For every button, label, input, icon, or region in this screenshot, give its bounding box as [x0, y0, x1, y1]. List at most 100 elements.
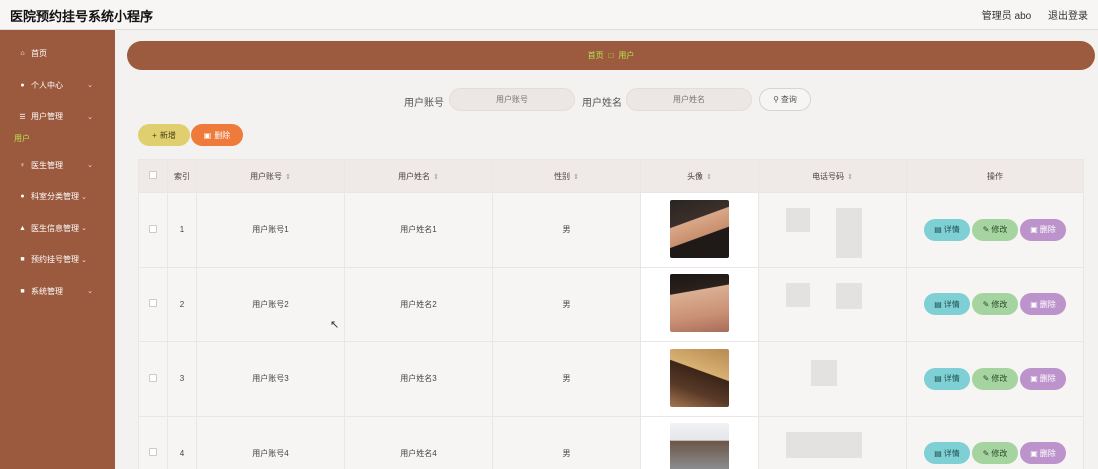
edit-label: 修改 — [991, 299, 1008, 309]
grid-icon: ■ — [20, 256, 25, 264]
name-search-input[interactable] — [626, 88, 752, 111]
detail-button[interactable]: ▤ 详情 — [924, 218, 970, 241]
chevron-down-icon: ⌄ — [87, 113, 93, 121]
trash-icon: ▣ — [1030, 448, 1038, 458]
cell-avatar — [640, 192, 759, 268]
avatar-image[interactable] — [670, 423, 729, 469]
detail-button[interactable]: ▤ 详情 — [924, 367, 970, 390]
sidebar-item-doctor-management[interactable]: ♀ 医生管理 ⌄ — [0, 150, 115, 182]
file-icon: ▤ — [934, 225, 942, 235]
delete-label: 删除 — [1039, 448, 1056, 458]
edit-button[interactable]: ✎ 修改 — [972, 293, 1018, 316]
select-all-checkbox[interactable] — [149, 171, 157, 179]
cell-phone — [758, 341, 907, 417]
sidebar-item-department-category[interactable]: ● 科室分类管理 ⌄ — [0, 181, 115, 213]
sidebar-item-home[interactable]: ⌂ 首页 — [0, 38, 115, 70]
delete-label: 删除 — [1039, 374, 1056, 384]
cell-ops: ▤ 详情 ✎ 修改 ▣ 删除 — [906, 341, 1084, 417]
cell-gender: 男 — [492, 266, 641, 342]
row-checkbox[interactable] — [149, 224, 157, 233]
delete-button[interactable]: ▣ 删除 — [1020, 442, 1066, 465]
user-icon: ● — [20, 81, 25, 89]
file-icon: ▤ — [934, 448, 942, 458]
avatar-image[interactable] — [670, 274, 729, 333]
edit-button[interactable]: ✎ 修改 — [972, 218, 1018, 241]
cell-gender: 男 — [492, 341, 641, 417]
pencil-icon: ✎ — [982, 299, 990, 309]
row-checkbox[interactable] — [149, 373, 157, 382]
detail-button[interactable]: ▤ 详情 — [924, 293, 970, 316]
edit-button[interactable]: ✎ 修改 — [972, 367, 1018, 390]
avatar-image[interactable] — [670, 199, 729, 258]
sidebar-subitem-users[interactable]: 用户 — [0, 127, 115, 150]
table-row: 1 用户账号1 用户姓名1 男 ▤ 详情 ✎ 修改 ▣ 删除 — [138, 192, 1084, 268]
cell-index: 4 — [167, 415, 197, 469]
account-search-input[interactable] — [449, 88, 575, 111]
redacted-block — [836, 431, 862, 458]
cell-index: 2 — [167, 266, 197, 342]
row-checkbox[interactable] — [149, 299, 157, 308]
header-name[interactable]: 用户姓名 ⇕ — [344, 159, 493, 193]
chevron-down-icon: ⌄ — [87, 162, 93, 170]
add-button[interactable]: + 新增 — [138, 124, 190, 146]
sort-icon: ⇕ — [706, 173, 712, 181]
list-icon: ☰ — [19, 113, 26, 121]
cell-phone — [758, 415, 907, 469]
cell-index: 3 — [167, 341, 197, 417]
cell-ops: ▤ 详情 ✎ 修改 ▣ 删除 — [906, 415, 1084, 469]
row-checkbox[interactable] — [149, 448, 157, 457]
sidebar-item-system[interactable]: ■ 系统管理 ⌄ — [0, 276, 115, 308]
chevron-down-icon: ⌄ — [81, 256, 87, 264]
search-icon: ⚲ — [773, 95, 779, 104]
breadcrumb-separator: □ — [608, 51, 614, 60]
header-gender[interactable]: 性别 ⇕ — [492, 159, 641, 193]
sidebar-item-personal-center[interactable]: ● 个人中心 ⌄ — [0, 70, 115, 102]
search-button[interactable]: ⚲ 查询 — [759, 88, 811, 111]
cell-ops: ▤ 详情 ✎ 修改 ▣ 删除 — [906, 192, 1084, 268]
trash-icon: ▣ — [203, 130, 212, 140]
sidebar: ⌂ 首页 ● 个人中心 ⌄ ☰ 用户管理 ⌄ 用户 ♀ 医生管理 ⌄ ● 科室分… — [0, 30, 115, 469]
table-row: 3 用户账号3 用户姓名3 男 ▤ 详情 ✎ 修改 ▣ 删除 — [138, 341, 1084, 417]
header-account[interactable]: 用户账号 ⇕ — [196, 159, 345, 193]
detail-label: 详情 — [943, 299, 960, 309]
delete-button[interactable]: ▣ 删除 — [1020, 218, 1066, 241]
plus-icon: + — [152, 130, 157, 140]
avatar-image[interactable] — [670, 348, 729, 407]
cell-account: 用户账号1 — [196, 192, 345, 268]
header-phone[interactable]: 电话号码 ⇕ — [758, 159, 907, 193]
sort-icon: ⇕ — [847, 173, 853, 181]
batch-delete-button[interactable]: ▣ 删除 — [191, 124, 243, 146]
header-name-label: 用户姓名 — [398, 171, 431, 181]
detail-label: 详情 — [943, 448, 960, 458]
redacted-block — [786, 208, 810, 232]
name-label: 用户姓名 — [582, 98, 622, 109]
sidebar-item-label: 医生管理 — [31, 160, 63, 170]
redacted-block — [811, 360, 837, 386]
detail-button[interactable]: ▤ 详情 — [924, 442, 970, 465]
breadcrumb: 首页 □ 用户 — [127, 41, 1095, 70]
cell-gender: 男 — [492, 415, 641, 469]
logout-link[interactable]: 退出登录 — [1048, 11, 1088, 22]
cell-index: 1 — [167, 192, 197, 268]
pencil-icon: ✎ — [982, 374, 990, 384]
edit-label: 修改 — [991, 225, 1008, 235]
doctor-icon: ♀ — [19, 161, 26, 169]
sidebar-item-doctor-info[interactable]: ▲ 医生信息管理 ⌄ — [0, 213, 115, 245]
delete-button[interactable]: ▣ 删除 — [1020, 293, 1066, 316]
cell-account: 用户账号3 — [196, 341, 345, 417]
account-label: 用户账号 — [404, 98, 444, 109]
sidebar-item-label: 首页 — [31, 49, 47, 59]
header-phone-label: 电话号码 — [812, 171, 845, 181]
cell-avatar — [640, 415, 759, 469]
batch-delete-label: 删除 — [214, 130, 231, 140]
table-row: 4 用户账号4 用户姓名4 男 ▤ 详情 ✎ 修改 ▣ 删除 — [138, 415, 1084, 469]
home-icon: ⌂ — [20, 50, 25, 58]
edit-button[interactable]: ✎ 修改 — [972, 442, 1018, 465]
header-avatar[interactable]: 头像 ⇕ — [640, 159, 759, 193]
breadcrumb-home[interactable]: 首页 — [588, 50, 604, 61]
sidebar-item-appointment[interactable]: ■ 预约挂号管理 ⌄ — [0, 244, 115, 276]
cell-name: 用户姓名1 — [344, 192, 493, 268]
delete-button[interactable]: ▣ 删除 — [1020, 367, 1066, 390]
admin-user-label: 管理员 abo — [981, 11, 1032, 22]
edit-label: 修改 — [991, 448, 1008, 458]
